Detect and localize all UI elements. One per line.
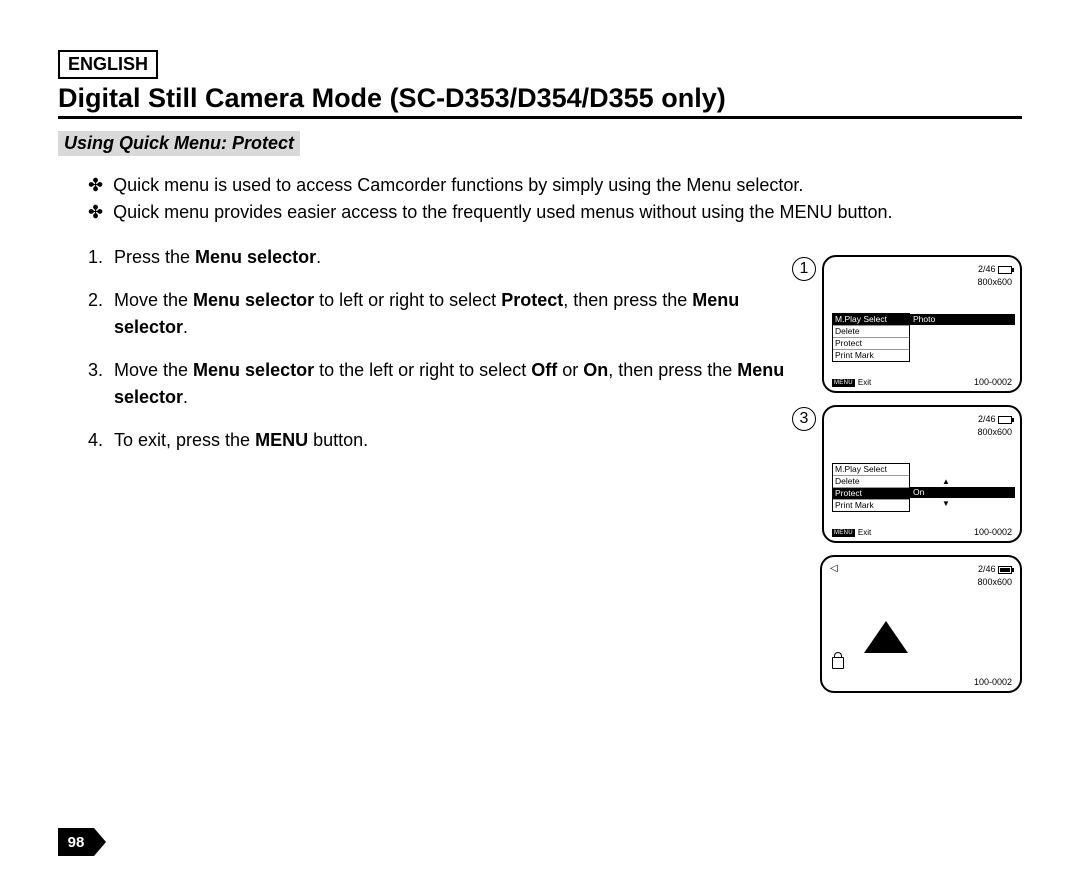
step-text: or (557, 360, 583, 380)
screen-illustrations: 1 2/46 800x600 M.Play Select Delete Prot… (792, 255, 1022, 705)
step-text-bold: MENU (255, 430, 308, 450)
step-text: to left or right to select (314, 290, 501, 310)
lcd-screen-3: 2/46 800x600 M.Play Select Delete Protec… (822, 405, 1022, 543)
title-bar: Digital Still Camera Mode (SC-D353/D354/… (58, 83, 1022, 119)
step-text: button. (308, 430, 368, 450)
file-number: 100-0002 (974, 377, 1012, 387)
step-text-bold: Protect (501, 290, 563, 310)
menu-item-protect: Protect (833, 338, 909, 350)
step-number: 3. (88, 357, 108, 411)
step-text: Move the (114, 360, 193, 380)
resolution-label: 800x600 (977, 427, 1012, 437)
image-counter: 2/46 (978, 263, 996, 276)
screen-label-3: 3 (792, 407, 816, 431)
quick-menu: M.Play Select Delete Protect Print Mark (832, 463, 910, 512)
step-3: 3. Move the Menu selector to the left or… (88, 357, 788, 411)
step-text: , then press the (608, 360, 737, 380)
step-text-bold: Menu selector (195, 247, 316, 267)
language-box: ENGLISH (58, 50, 158, 79)
file-number: 100-0002 (974, 527, 1012, 537)
step-number: 2. (88, 287, 108, 341)
menu-item-delete: Delete (833, 476, 909, 488)
menu-tag: MENU (832, 529, 855, 537)
bullet-text: Quick menu is used to access Camcorder f… (113, 172, 803, 199)
step-4: 4. To exit, press the MENU button. (88, 427, 788, 454)
arrow-up-icon: ▲ (942, 477, 950, 486)
bullet-icon: ✤ (88, 199, 103, 226)
step-text-bold: Menu selector (193, 290, 314, 310)
step-text: , then press the (563, 290, 692, 310)
step-1: 1. Press the Menu selector. (88, 244, 788, 271)
bullet-list: ✤ Quick menu is used to access Camcorder… (88, 172, 1022, 226)
menu-item-print: Print Mark (833, 500, 909, 511)
step-text: . (316, 247, 321, 267)
menu-item-delete: Delete (833, 326, 909, 338)
bullet-text: Quick menu provides easier access to the… (113, 199, 892, 226)
step-2: 2. Move the Menu selector to left or rig… (88, 287, 788, 341)
step-text-bold: On (583, 360, 608, 380)
step-text: to the left or right to select (314, 360, 531, 380)
menu-item-protect: Protect (833, 488, 909, 500)
step-text-bold: Menu selector (193, 360, 314, 380)
menu-item-mplay: M.Play Select (833, 464, 909, 476)
lock-icon (832, 657, 844, 669)
resolution-label: 800x600 (977, 577, 1012, 587)
quick-menu: M.Play Select Delete Protect Print Mark (832, 313, 910, 362)
step-text: Move the (114, 290, 193, 310)
step-text: . (183, 387, 188, 407)
battery-icon (998, 566, 1012, 574)
exit-label: Exit (858, 378, 871, 387)
back-icon: ◁ (830, 563, 838, 574)
subheading: Using Quick Menu: Protect (58, 131, 300, 156)
lcd-screen-1: 2/46 800x600 M.Play Select Delete Protec… (822, 255, 1022, 393)
battery-icon (998, 266, 1012, 274)
step-text-bold: Off (531, 360, 557, 380)
image-counter: 2/46 (978, 563, 996, 576)
page-number: 98 (58, 828, 106, 856)
menu-value: On (910, 487, 1015, 498)
play-icon (864, 621, 908, 653)
menu-tag: MENU (832, 379, 855, 387)
page-number-text: 98 (68, 834, 85, 851)
bullet-icon: ✤ (88, 172, 103, 199)
menu-item-print: Print Mark (833, 350, 909, 361)
page-title: Digital Still Camera Mode (SC-D353/D354/… (58, 83, 726, 113)
step-text: To exit, press the (114, 430, 255, 450)
resolution-label: 800x600 (977, 277, 1012, 287)
step-number: 1. (88, 244, 108, 271)
lcd-screen-result: ◁ 2/46 800x600 100-0002 (820, 555, 1022, 693)
file-number: 100-0002 (974, 677, 1012, 687)
battery-icon (998, 416, 1012, 424)
step-text: Press the (114, 247, 195, 267)
menu-value: Photo (910, 314, 1015, 325)
step-number: 4. (88, 427, 108, 454)
exit-label: Exit (858, 528, 871, 537)
screen-label-1: 1 (792, 257, 816, 281)
arrow-down-icon: ▼ (942, 499, 950, 508)
menu-item-mplay: M.Play Select (833, 314, 909, 326)
step-text: . (183, 317, 188, 337)
image-counter: 2/46 (978, 413, 996, 426)
